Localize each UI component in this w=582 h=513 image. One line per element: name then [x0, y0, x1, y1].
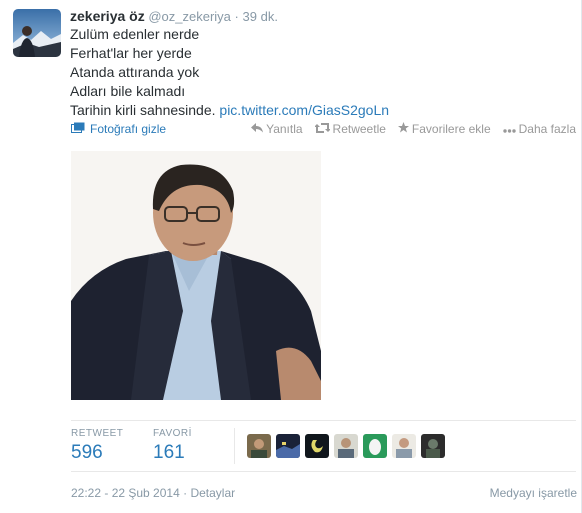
favoriter-avatar[interactable] [363, 434, 387, 458]
favorite-label: Favorilere ekle [411, 122, 491, 136]
tweet-photo[interactable] [71, 151, 321, 400]
author-username[interactable]: @oz_zekeriya [148, 9, 231, 24]
stats-divider [234, 428, 235, 464]
tweet-timestamp[interactable]: 39 dk. [243, 9, 278, 24]
tweet-line-text: Tarihin kirli sahnesinde. [70, 102, 220, 118]
reply-icon [251, 122, 264, 136]
tweet-footer: 22:22 - 22 Şub 2014 · Detaylar Medyayı i… [71, 486, 577, 500]
favoriter-avatar[interactable] [305, 434, 329, 458]
tweet-line: Atanda attıranda yok [70, 64, 200, 80]
author-fullname[interactable]: zekeriya öz [70, 8, 145, 24]
star-icon [397, 122, 409, 136]
tweet-line: Adları bile kalmadı [70, 83, 186, 99]
favorite-count: 161 [153, 442, 185, 463]
favoriter-avatar[interactable] [392, 434, 416, 458]
favoriter-avatar[interactable] [247, 434, 271, 458]
retweet-label: Retweetle [332, 122, 386, 136]
tweet-line: Zulüm edenler nerde [70, 26, 200, 42]
photo-icon [71, 122, 85, 136]
favorite-button[interactable]: Favorilere ekle [397, 122, 491, 136]
tweet-text: Zulüm edenler nerde Ferhat'lar her yerde… [70, 25, 570, 120]
more-icon [502, 122, 516, 136]
favorite-stat[interactable]: FAVORİ 161 [153, 428, 192, 464]
retweet-count: 596 [71, 442, 103, 463]
retweet-button[interactable]: Retweetle [313, 122, 386, 136]
favorite-count-label: FAVORİ [153, 428, 192, 439]
tweet-stats: RETWEET 596 FAVORİ 161 [71, 420, 576, 472]
hide-photo-button[interactable]: Fotoğrafı gizle [71, 122, 166, 136]
favoriter-avatar[interactable] [334, 434, 358, 458]
favoriter-avatars [247, 434, 445, 458]
header-separator: · [234, 9, 239, 24]
hide-photo-label: Fotoğrafı gizle [90, 122, 167, 136]
favoriter-avatar[interactable] [276, 434, 300, 458]
retweet-count-label: RETWEET [71, 428, 124, 439]
retweet-icon [313, 122, 331, 136]
favoriter-avatar[interactable] [421, 434, 445, 458]
more-label: Daha fazla [518, 122, 576, 136]
media-link[interactable]: pic.twitter.com/GiasS2goLn [219, 102, 389, 118]
more-button[interactable]: Daha fazla [502, 122, 576, 136]
reply-button[interactable]: Yanıtla [251, 122, 303, 136]
tweet-line: Tarihin kirli sahnesinde. pic.twitter.co… [70, 101, 570, 120]
tweet-header: zekeriya öz @oz_zekeriya · 39 dk. [70, 8, 278, 24]
footer-separator: · [183, 486, 188, 500]
full-timestamp[interactable]: 22:22 - 22 Şub 2014 [71, 486, 180, 500]
reply-label: Yanıtla [266, 122, 303, 136]
avatar[interactable] [13, 9, 61, 57]
tweet-actions: Yanıtla Retweetle Favorilere ekle Daha f… [251, 122, 576, 136]
details-link[interactable]: Detaylar [190, 486, 235, 500]
flag-media-link[interactable]: Medyayı işaretle [490, 486, 577, 500]
tweet-line: Ferhat'lar her yerde [70, 45, 192, 61]
retweet-stat[interactable]: RETWEET 596 [71, 428, 123, 464]
